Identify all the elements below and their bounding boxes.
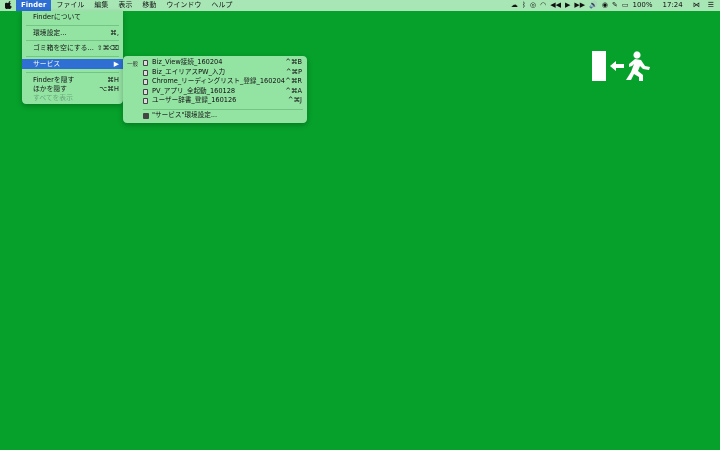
clock[interactable]: 17:24: [663, 0, 683, 11]
automator-workflow-icon: [143, 79, 148, 85]
menu-item-label: サービス: [33, 60, 61, 68]
automator-workflow-icon: [143, 88, 148, 95]
service-label: PV_アプリ_全起動_160128: [152, 86, 236, 95]
menu-finder[interactable]: Finder: [16, 0, 52, 11]
menu-item-label: すべてを表示: [33, 94, 73, 102]
automator-workflow-icon: [143, 69, 148, 76]
menu-view[interactable]: 表示: [113, 0, 137, 11]
menu-separator: [26, 56, 119, 57]
menu-go[interactable]: 移動: [137, 0, 161, 11]
menu-item-label: ゴミ箱を空にする...: [33, 44, 94, 52]
fast-forward-icon[interactable]: ▶▶: [574, 0, 585, 11]
service-shortcut: ^⌘R: [285, 77, 302, 85]
service-label: ユーザー辞書_登録_160126: [152, 96, 237, 104]
menu-bar: Finder ファイル 編集 表示 移動 ウインドウ ヘルプ ☁ ᛒ ◎ ◠ ◀…: [0, 0, 720, 11]
menu-item-empty-trash[interactable]: ゴミ箱を空にする... ⇧⌘⌫: [22, 43, 123, 53]
menu-item-services[interactable]: サービス ▶: [22, 59, 123, 69]
menu-item-preferences[interactable]: 環境設定... ⌘,: [22, 28, 123, 38]
submenu-arrow-icon: ▶: [113, 60, 119, 68]
menu-separator: [143, 109, 303, 110]
service-shortcut: ^⌘J: [287, 96, 302, 104]
preferences-icon: [143, 113, 149, 119]
service-item[interactable]: Biz_エイリアスPW_入力 ^⌘P: [123, 68, 307, 78]
menu-edit[interactable]: 編集: [89, 0, 113, 11]
menu-item-label: Finderについて: [33, 13, 81, 21]
wifi-icon[interactable]: ◠: [540, 0, 546, 11]
input-method-icon[interactable]: ✎: [612, 0, 618, 11]
battery-icon[interactable]: ▭: [622, 0, 629, 11]
creative-cloud-icon[interactable]: ☁: [511, 0, 518, 11]
service-label: Chrome_リーディングリスト_登録_160204: [152, 77, 285, 85]
play-icon[interactable]: ▶: [565, 0, 570, 11]
menu-item-about-finder[interactable]: Finderについて: [22, 12, 123, 22]
airplay-icon[interactable]: ◎: [530, 0, 536, 11]
services-submenu: 一般 Biz_View接続_160204 ^⌘B Biz_エイリアスPW_入力 …: [123, 56, 307, 123]
volume-icon[interactable]: 🔊: [589, 0, 598, 11]
menu-file[interactable]: ファイル: [51, 0, 89, 11]
app-status-icon[interactable]: ◉: [602, 0, 608, 11]
service-shortcut: ^⌘B: [285, 58, 302, 66]
service-item[interactable]: PV_アプリ_全起動_160128 ^⌘A: [123, 87, 307, 97]
menu-item-label: 環境設定...: [33, 29, 67, 37]
service-item[interactable]: Biz_View接続_160204 ^⌘B: [123, 58, 307, 68]
menu-help[interactable]: ヘルプ: [206, 0, 237, 11]
bluetooth-icon[interactable]: ᛒ: [522, 0, 526, 11]
user-switch-icon[interactable]: ⋈: [693, 0, 700, 11]
service-label: "サービス"環境設定...: [152, 111, 218, 119]
apple-menu-icon[interactable]: [0, 0, 16, 11]
menu-separator: [26, 25, 119, 26]
menu-item-show-all: すべてを表示: [22, 93, 123, 103]
menu-item-shortcut: ⇧⌘⌫: [96, 44, 119, 52]
services-preferences-item[interactable]: "サービス"環境設定...: [123, 111, 307, 121]
battery-percentage[interactable]: 100%: [633, 0, 653, 11]
automator-workflow-icon: [143, 98, 148, 104]
rewind-icon[interactable]: ◀◀: [550, 0, 561, 11]
menu-window[interactable]: ウインドウ: [161, 0, 206, 11]
notification-center-icon[interactable]: ☰: [708, 0, 714, 11]
service-label: Biz_View接続_160204: [152, 58, 223, 66]
automator-workflow-icon: [143, 60, 148, 66]
service-item[interactable]: Chrome_リーディングリスト_登録_160204 ^⌘R: [123, 77, 307, 87]
emergency-exit-icon: [592, 50, 658, 82]
service-label: Biz_エイリアスPW_入力: [152, 67, 226, 76]
finder-menu: Finderについて 環境設定... ⌘, ゴミ箱を空にする... ⇧⌘⌫ サー…: [22, 11, 123, 104]
service-item[interactable]: ユーザー辞書_登録_160126 ^⌘J: [123, 96, 307, 106]
service-shortcut: ^⌘P: [285, 67, 302, 76]
menu-item-shortcut: ⌘,: [110, 29, 119, 37]
service-shortcut: ^⌘A: [285, 86, 302, 95]
menu-separator: [26, 40, 119, 41]
menu-separator: [26, 72, 119, 73]
